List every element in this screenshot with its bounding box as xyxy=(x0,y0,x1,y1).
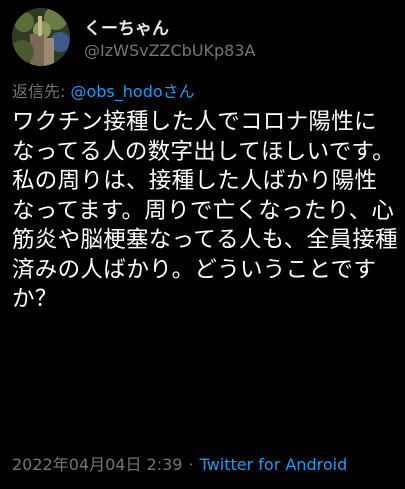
reply-to-line: 返信先: @obs_hodoさん xyxy=(12,78,195,102)
display-name[interactable]: くーちゃん xyxy=(84,14,169,39)
reply-prefix: 返信先: xyxy=(12,82,71,101)
avatar[interactable] xyxy=(12,8,70,66)
user-handle[interactable]: @IzWSvZZCbUKp83A xyxy=(84,41,255,60)
tweet-meta: 2022年04月04日 2:39 · Twitter for Android xyxy=(12,451,347,475)
meta-separator: · xyxy=(188,455,194,474)
tweet-timestamp[interactable]: 2022年04月04日 2:39 xyxy=(12,455,182,474)
avatar-image xyxy=(12,8,70,66)
tweet-header: くーちゃん @IzWSvZZCbUKp83A xyxy=(12,8,397,68)
tweet-text: ワクチン接種した人でコロナ陽性になってる人の数字出してほしいです。 私の周りは、… xyxy=(12,109,398,312)
reply-mention-link[interactable]: @obs_hodoさん xyxy=(70,82,194,101)
tweet-source-link[interactable]: Twitter for Android xyxy=(200,455,348,474)
